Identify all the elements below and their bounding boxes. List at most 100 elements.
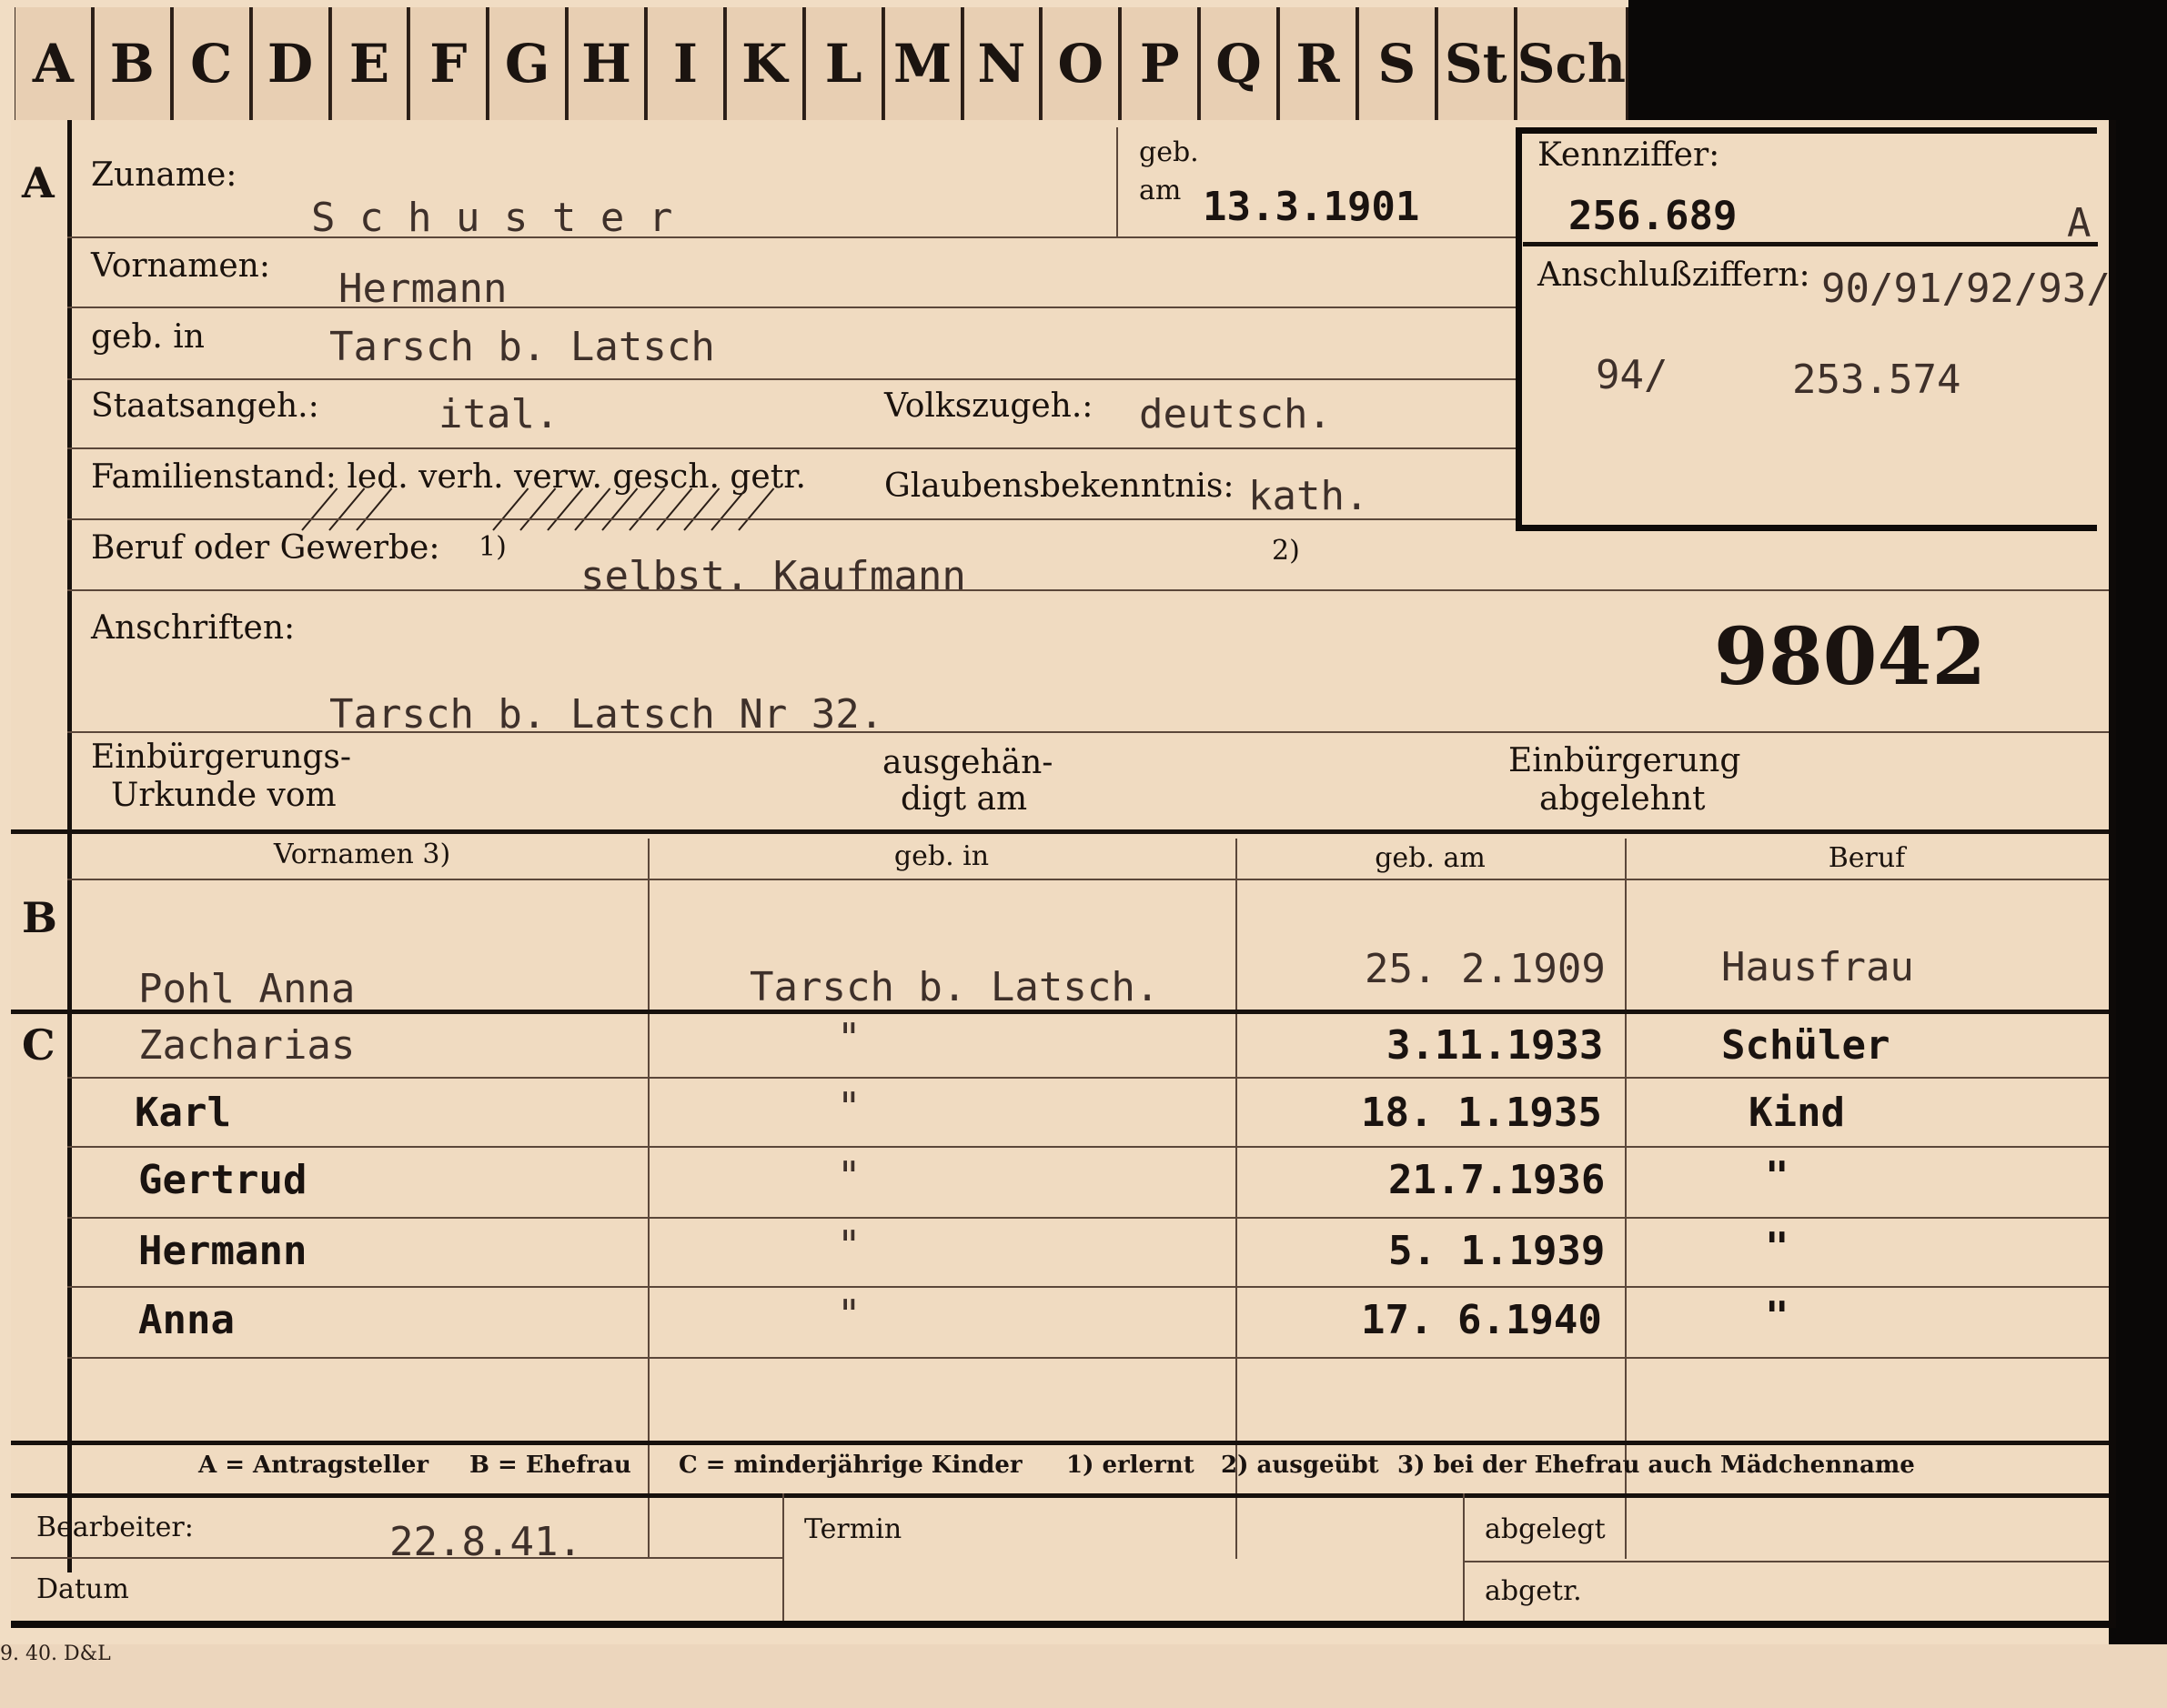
tab-st[interactable]: St — [1436, 7, 1517, 120]
header-occupation: Beruf — [1828, 842, 1906, 874]
date-label: Datum — [36, 1573, 129, 1605]
surname-value: S c h u s t e r — [311, 195, 673, 241]
child-occupation: " — [1765, 1153, 1789, 1200]
row-line-occupation — [67, 589, 2109, 591]
background-dark-right — [2109, 0, 2167, 1708]
tab-l[interactable]: L — [804, 7, 884, 120]
row-line-child-4 — [67, 1286, 2109, 1288]
header-birth-date: geb. am — [1375, 842, 1486, 874]
connection-numbers-line1: 90/91/92/93/ — [1821, 266, 2111, 312]
ethnicity-value: deutsch. — [1139, 391, 1332, 437]
id-label: Kennziffer: — [1537, 136, 1720, 174]
alphabet-tabs: A B C D E F G H I K L M N O P Q R S St S… — [15, 7, 1628, 126]
naturalization-label-1: Einbürgerungs- — [91, 738, 352, 776]
row-line-child-3 — [67, 1217, 2109, 1219]
legend-b: B = Ehefrau — [469, 1452, 631, 1479]
legend-c: C = minderjährige Kinder — [679, 1452, 1023, 1479]
citizenship-value: ital. — [438, 391, 559, 437]
child-birthplace: " — [837, 1084, 862, 1130]
legend-a: A = Antragsteller — [198, 1452, 429, 1479]
header-birthplace: geb. in — [893, 840, 990, 872]
marital-status-label: Familienstand: led. verh. verw. gesch. g… — [91, 458, 806, 496]
child-occupation: Schüler — [1721, 1022, 1890, 1069]
tab-g[interactable]: G — [489, 7, 569, 120]
tab-r[interactable]: R — [1279, 7, 1358, 120]
connection-numbers-line2b: 253.574 — [1792, 357, 1961, 403]
tab-a[interactable]: A — [15, 7, 94, 120]
clerk-label: Bearbeiter: — [36, 1512, 194, 1543]
row-line-marital — [67, 518, 1516, 520]
tab-e[interactable]: E — [330, 7, 410, 120]
occupation-footnote-1: 1) — [479, 531, 507, 563]
deadline-label: Termin — [804, 1513, 902, 1545]
tab-k[interactable]: K — [725, 7, 805, 120]
tab-b[interactable]: B — [93, 7, 173, 120]
row-line-citizenship — [67, 447, 1516, 449]
row-line-surname — [67, 236, 1516, 238]
print-code: 9. 40. D&L — [0, 1643, 111, 1665]
registration-card: A B C Zuname: S c h u s t e r geb. am 13… — [11, 120, 2116, 1628]
tab-o[interactable]: O — [1042, 7, 1122, 120]
tab-h[interactable]: H — [568, 7, 647, 120]
id-number-value: 256.689 — [1568, 193, 1738, 239]
tab-m[interactable]: M — [883, 7, 963, 120]
surname-label: Zuname: — [91, 156, 237, 194]
tab-p[interactable]: P — [1121, 7, 1201, 120]
footer-line-left — [11, 1557, 782, 1559]
section-divider-bc — [67, 834, 72, 1572]
child-birth-date: 3.11.1933 — [1386, 1022, 1604, 1069]
spouse-name: Pohl Anna — [138, 966, 356, 1012]
citizenship-label: Staatsangeh.: — [91, 387, 319, 425]
occupation-value: selbst. Kaufmann — [580, 553, 966, 599]
legend-2: 2) ausgeübt — [1221, 1452, 1379, 1479]
page-bottom-strip — [0, 1644, 2167, 1708]
child-name: Anna — [138, 1297, 235, 1343]
legend-bottom-border — [11, 1493, 2109, 1498]
header-first-names: Vornamen 3) — [273, 839, 451, 870]
child-occupation: Kind — [1749, 1090, 1845, 1136]
address-label: Anschriften: — [91, 609, 296, 647]
connection-label: Anschlußziffern: — [1537, 256, 1810, 294]
child-birth-date: 5. 1.1939 — [1388, 1228, 1606, 1274]
footer-divider-1 — [782, 1493, 784, 1621]
first-names-value: Hermann — [338, 266, 508, 312]
religion-label: Glaubensbekenntnis: — [884, 467, 1235, 505]
header-bottom-line — [67, 879, 2109, 880]
birth-date-divider — [1116, 127, 1118, 236]
connection-numbers-line2a: 94/ — [1596, 352, 1668, 398]
child-birth-date: 17. 6.1940 — [1361, 1297, 1602, 1343]
tab-f[interactable]: F — [409, 7, 489, 120]
filed-short-label: abgetr. — [1485, 1575, 1582, 1607]
child-name: Karl — [135, 1090, 231, 1136]
born-label-1: geb. — [1139, 136, 1199, 168]
row-line-child-5 — [67, 1357, 2109, 1359]
naturalization-label-2: Urkunde vom — [111, 777, 337, 814]
footer-divider-2 — [1463, 1493, 1465, 1621]
tab-i[interactable]: I — [647, 7, 726, 120]
row-line-child-1 — [67, 1077, 2109, 1079]
section-divider-a — [67, 120, 72, 829]
tab-s[interactable]: S — [1357, 7, 1437, 120]
ethnicity-label: Volkszugeh.: — [884, 387, 1094, 425]
section-marker-a: A — [22, 158, 55, 207]
section-marker-c: C — [22, 1020, 55, 1070]
section-b-bottom-border — [11, 1010, 2109, 1014]
spouse-birth-date: 25. 2.1909 — [1365, 946, 1606, 992]
tab-q[interactable]: Q — [1200, 7, 1279, 120]
id-box — [1516, 127, 2097, 531]
rejected-label-2: abgelehnt — [1539, 780, 1706, 818]
row-line-birthplace — [67, 378, 1516, 380]
tab-c[interactable]: C — [172, 7, 252, 120]
child-name: Gertrud — [138, 1157, 307, 1203]
tab-n[interactable]: N — [963, 7, 1043, 120]
id-suffix: A — [2067, 200, 2091, 246]
legend-top-border — [11, 1441, 2109, 1445]
handed-label-2: digt am — [901, 780, 1028, 818]
child-name: Hermann — [138, 1228, 307, 1274]
child-occupation: " — [1765, 1224, 1789, 1271]
birthplace-value: Tarsch b. Latsch — [329, 324, 715, 370]
section-a-bottom-border — [11, 829, 2109, 834]
rejected-label-1: Einbürgerung — [1508, 742, 1741, 779]
tab-d[interactable]: D — [251, 7, 331, 120]
tab-sch[interactable]: Sch — [1516, 7, 1628, 120]
